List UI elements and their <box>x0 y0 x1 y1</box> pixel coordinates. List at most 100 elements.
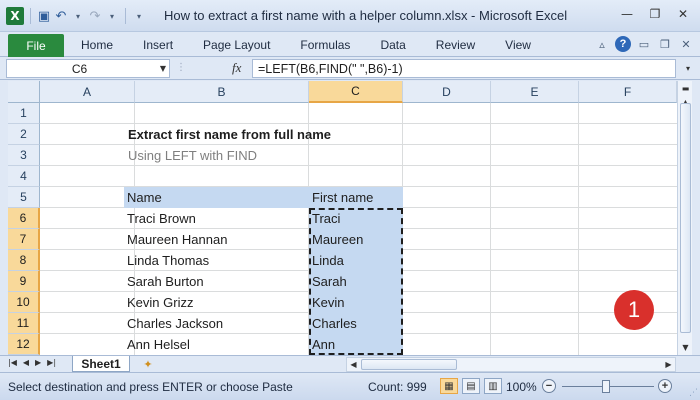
minimize-icon[interactable]: — <box>614 4 640 24</box>
row-header[interactable]: 8 <box>8 250 40 271</box>
undo-icon[interactable]: ↶ <box>54 7 68 25</box>
column-header-d[interactable]: D <box>403 81 491 103</box>
name-cell[interactable]: Kevin Grizz <box>124 292 309 313</box>
sheet-title[interactable]: Extract first name from full name <box>125 124 425 145</box>
row-header[interactable]: 1 <box>8 103 40 124</box>
redo-icon[interactable]: ↷ <box>88 7 102 25</box>
help-icon[interactable]: ? <box>615 36 631 52</box>
scroll-right-icon[interactable]: ▶ <box>662 358 675 371</box>
name-cell[interactable]: Traci Brown <box>124 208 309 229</box>
sheet-tab-sheet1[interactable]: Sheet1 <box>72 356 130 372</box>
name-cell[interactable]: Sarah Burton <box>124 271 309 292</box>
zoom-out-icon[interactable]: − <box>542 379 556 393</box>
ribbon-right-controls: ▵ ? ▭ ❐ ✕ <box>594 36 694 52</box>
formula-bar-grip-icon: ⋮ <box>176 62 186 73</box>
excel-logo-icon[interactable]: X <box>6 7 24 25</box>
tab-data[interactable]: Data <box>365 32 420 57</box>
formula-input[interactable]: =LEFT(B6,FIND(" ",B6)-1) <box>252 59 676 78</box>
zoom-slider-thumb[interactable] <box>602 380 610 393</box>
workbook-close-icon[interactable]: ✕ <box>678 36 694 52</box>
row-header[interactable]: 11 <box>8 313 40 334</box>
name-cell[interactable]: Maureen Hannan <box>124 229 309 250</box>
sheet-nav-buttons: |◀ ◀ ▶ ▶| <box>8 358 56 367</box>
ribbon-tab-bar: File Home Insert Page Layout Formulas Da… <box>0 32 700 57</box>
name-box-dropdown-icon[interactable]: ▼ <box>160 64 166 73</box>
expand-ribbon-icon[interactable]: ▵ <box>594 36 610 52</box>
row-header[interactable]: 7 <box>8 229 40 250</box>
column-header-c[interactable]: C <box>309 81 403 103</box>
row-header[interactable]: 10 <box>8 292 40 313</box>
column-header-f[interactable]: F <box>579 81 677 103</box>
column-header-e[interactable]: E <box>491 81 579 103</box>
workbook-minimize-icon[interactable]: ▭ <box>636 36 652 52</box>
last-sheet-icon[interactable]: ▶| <box>47 358 56 367</box>
tab-file[interactable]: File <box>8 34 64 57</box>
normal-view-icon[interactable]: ▦ <box>440 378 458 394</box>
window-title: How to extract a first name with a helpe… <box>164 8 568 23</box>
select-all-corner[interactable] <box>8 81 40 103</box>
scroll-left-icon[interactable]: ◀ <box>347 358 360 371</box>
zoom-in-icon[interactable]: + <box>658 379 672 393</box>
quick-access-toolbar: X ▣ ↶ ▾ ↷ ▾ ▾ <box>6 6 146 26</box>
name-cell[interactable]: Linda Thomas <box>124 250 309 271</box>
tab-formulas[interactable]: Formulas <box>285 32 365 57</box>
row-header[interactable]: 4 <box>8 166 40 187</box>
view-buttons: ▦ ▤ ▥ <box>440 378 502 394</box>
tab-insert[interactable]: Insert <box>128 32 188 57</box>
redo-dropdown-icon[interactable]: ▾ <box>105 7 119 25</box>
window-controls: — ❐ ✕ <box>614 4 696 24</box>
header-name[interactable]: Name <box>124 187 309 208</box>
worksheet-grid[interactable]: A B C D E F 1 2 3 4 5 6 7 8 9 10 11 12 E… <box>8 81 677 355</box>
vertical-scrollbar[interactable]: ▬ ▲ ▼ <box>677 81 692 355</box>
prev-sheet-icon[interactable]: ◀ <box>23 358 29 367</box>
insert-function-button[interactable]: fx <box>232 60 241 76</box>
column-header-b[interactable]: B <box>135 81 309 103</box>
status-message: Select destination and press ENTER or ch… <box>8 380 293 394</box>
split-box-icon[interactable]: ▬ <box>678 81 693 96</box>
undo-dropdown-icon[interactable]: ▾ <box>71 7 85 25</box>
name-box-value: C6 <box>71 62 88 76</box>
row-header[interactable]: 12 <box>8 334 40 355</box>
tab-view[interactable]: View <box>490 32 546 57</box>
zoom-level[interactable]: 100% <box>506 380 537 394</box>
row-header[interactable]: 2 <box>8 124 40 145</box>
tab-review[interactable]: Review <box>421 32 490 57</box>
header-first-name[interactable]: First name <box>309 187 403 208</box>
row-header[interactable]: 5 <box>8 187 40 208</box>
formula-bar: C6 ▼ ⋮ fx =LEFT(B6,FIND(" ",B6)-1) ▾ <box>0 57 700 80</box>
sheet-subtitle[interactable]: Using LEFT with FIND <box>125 145 425 166</box>
qat-divider <box>30 8 31 24</box>
row-header[interactable]: 3 <box>8 145 40 166</box>
expand-formula-bar-icon[interactable]: ▾ <box>682 60 694 77</box>
horizontal-scrollbar[interactable]: ◀ ▶ <box>346 357 676 372</box>
page-break-view-icon[interactable]: ▥ <box>484 378 502 394</box>
close-icon[interactable]: ✕ <box>670 4 696 24</box>
workbook-restore-icon[interactable]: ❐ <box>657 36 673 52</box>
resize-grip-icon[interactable]: ⋰ <box>689 388 698 398</box>
title-bar: X ▣ ↶ ▾ ↷ ▾ ▾ How to extract a first nam… <box>0 0 700 32</box>
name-box[interactable]: C6 ▼ <box>6 59 170 78</box>
qat-divider <box>125 8 126 24</box>
column-header-a[interactable]: A <box>40 81 135 103</box>
vertical-scroll-thumb[interactable] <box>680 103 691 333</box>
copy-marquee <box>309 208 403 355</box>
horizontal-scroll-thumb[interactable] <box>361 359 457 370</box>
name-cell[interactable]: Charles Jackson <box>124 313 309 334</box>
name-cell[interactable]: Ann Helsel <box>124 334 309 355</box>
tab-page-layout[interactable]: Page Layout <box>188 32 285 57</box>
scroll-down-icon[interactable]: ▼ <box>678 340 693 355</box>
ribbon-tabs: Home Insert Page Layout Formulas Data Re… <box>66 32 546 57</box>
customize-qat-icon[interactable]: ▾ <box>132 7 146 25</box>
insert-sheet-icon[interactable]: ✦ <box>140 357 156 371</box>
tab-home[interactable]: Home <box>66 32 128 57</box>
row-header[interactable]: 6 <box>8 208 40 229</box>
page-layout-view-icon[interactable]: ▤ <box>462 378 480 394</box>
row-header[interactable]: 9 <box>8 271 40 292</box>
first-sheet-icon[interactable]: |◀ <box>8 358 17 367</box>
gridline <box>578 103 579 355</box>
next-sheet-icon[interactable]: ▶ <box>35 358 41 367</box>
status-count: Count: 999 <box>368 380 427 394</box>
save-icon[interactable]: ▣ <box>37 7 51 25</box>
sheet-tab-bar: |◀ ◀ ▶ ▶| Sheet1 ✦ ◀ ▶ <box>0 355 700 372</box>
restore-icon[interactable]: ❐ <box>642 4 668 24</box>
